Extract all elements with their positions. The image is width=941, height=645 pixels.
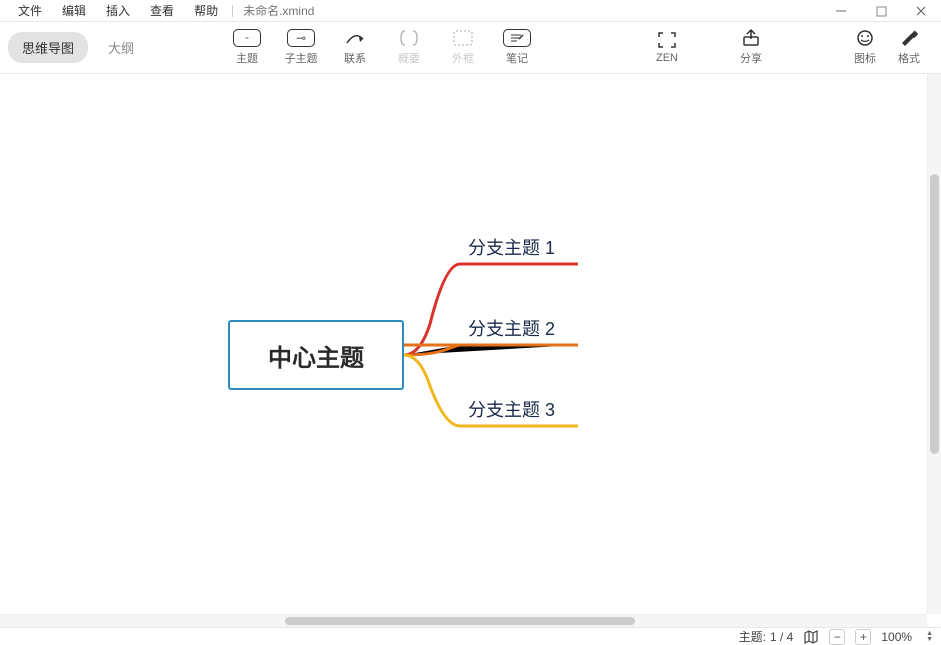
branch-topic-3[interactable]: 分支主题 3	[468, 396, 555, 422]
zoom-in-button[interactable]: +	[855, 629, 871, 645]
toolbar-mid-right: ZEN 分享	[640, 24, 778, 72]
menu-insert[interactable]: 插入	[96, 0, 140, 21]
summary-icon	[395, 29, 423, 47]
zen-icon	[653, 31, 681, 49]
share-icon	[737, 29, 765, 47]
topic-button[interactable]: - 主题	[220, 24, 274, 72]
statusbar: 主题: 1 / 4 − + 100% ▲ ▼	[0, 627, 941, 645]
branch-topic-1[interactable]: 分支主题 1	[468, 234, 555, 260]
toolbar-right: 图标 格式	[843, 24, 931, 72]
close-icon	[915, 5, 927, 17]
menubar: 文件 编辑 插入 查看 帮助 未命名.xmind	[0, 0, 941, 22]
format-icon	[895, 29, 923, 47]
vscroll-thumb[interactable]	[930, 174, 939, 454]
hscroll-thumb[interactable]	[285, 617, 635, 625]
map-overview-button[interactable]	[803, 630, 819, 644]
zoom-stepper[interactable]: ▲ ▼	[926, 631, 933, 643]
topic-count-label: 主题:	[739, 628, 766, 645]
boundary-button[interactable]: 外框	[436, 24, 490, 72]
menu-divider	[232, 5, 233, 17]
toolbar: 思维导图 大纲 - 主题 ⊸ 子主题 联系 概要 外框	[0, 22, 941, 74]
menu-file[interactable]: 文件	[8, 0, 52, 21]
summary-label: 概要	[398, 50, 420, 66]
horizontal-scrollbar[interactable]	[0, 614, 927, 627]
minimize-button[interactable]	[821, 0, 861, 22]
marker-button[interactable]: 图标	[843, 24, 887, 72]
note-button[interactable]: 笔记	[490, 24, 544, 72]
topic-count-value: 1 / 4	[770, 630, 793, 644]
branch-topic-2[interactable]: 分支主题 2	[468, 315, 555, 341]
relation-icon	[341, 29, 369, 47]
note-label: 笔记	[506, 50, 528, 66]
maximize-icon	[876, 6, 887, 17]
tab-mindmap[interactable]: 思维导图	[8, 32, 88, 63]
map-icon	[803, 630, 819, 644]
summary-button[interactable]: 概要	[382, 24, 436, 72]
window-controls	[821, 0, 941, 22]
share-label: 分享	[740, 50, 762, 66]
marker-label: 图标	[854, 50, 876, 66]
menu-help[interactable]: 帮助	[184, 0, 228, 21]
subtopic-label: 子主题	[285, 50, 318, 66]
share-button[interactable]: 分享	[724, 24, 778, 72]
tab-outline[interactable]: 大纲	[94, 32, 148, 63]
vertical-scrollbar[interactable]	[927, 74, 941, 614]
menu-edit[interactable]: 编辑	[52, 0, 96, 21]
maximize-button[interactable]	[861, 0, 901, 22]
close-button[interactable]	[901, 0, 941, 22]
zoom-out-button[interactable]: −	[829, 629, 845, 645]
note-icon	[503, 29, 531, 47]
topic-icon: -	[233, 29, 261, 47]
minimize-icon	[835, 5, 847, 17]
zen-label: ZEN	[656, 52, 678, 64]
subtopic-icon: ⊸	[287, 29, 315, 47]
filename-label: 未命名.xmind	[237, 0, 320, 21]
relation-button[interactable]: 联系	[328, 24, 382, 72]
view-tabs: 思维导图 大纲	[8, 32, 148, 63]
format-button[interactable]: 格式	[887, 24, 931, 72]
topic-label: 主题	[236, 50, 258, 66]
format-label: 格式	[898, 50, 920, 66]
central-topic[interactable]: 中心主题	[228, 320, 404, 390]
topic-count: 主题: 1 / 4	[739, 628, 794, 645]
mindmap: 中心主题 分支主题 1 分支主题 2 分支主题 3	[0, 74, 927, 614]
canvas[interactable]: 中心主题 分支主题 1 分支主题 2 分支主题 3	[0, 74, 927, 614]
subtopic-button[interactable]: ⊸ 子主题	[274, 24, 328, 72]
relation-label: 联系	[344, 50, 366, 66]
zoom-down-icon[interactable]: ▼	[926, 637, 933, 643]
toolbar-center: - 主题 ⊸ 子主题 联系 概要 外框	[220, 24, 544, 72]
zen-button[interactable]: ZEN	[640, 24, 694, 72]
connectors	[0, 74, 927, 614]
boundary-icon	[449, 29, 477, 47]
zoom-level: 100%	[881, 630, 912, 644]
marker-icon	[851, 29, 879, 47]
menu-view[interactable]: 查看	[140, 0, 184, 21]
boundary-label: 外框	[452, 50, 474, 66]
